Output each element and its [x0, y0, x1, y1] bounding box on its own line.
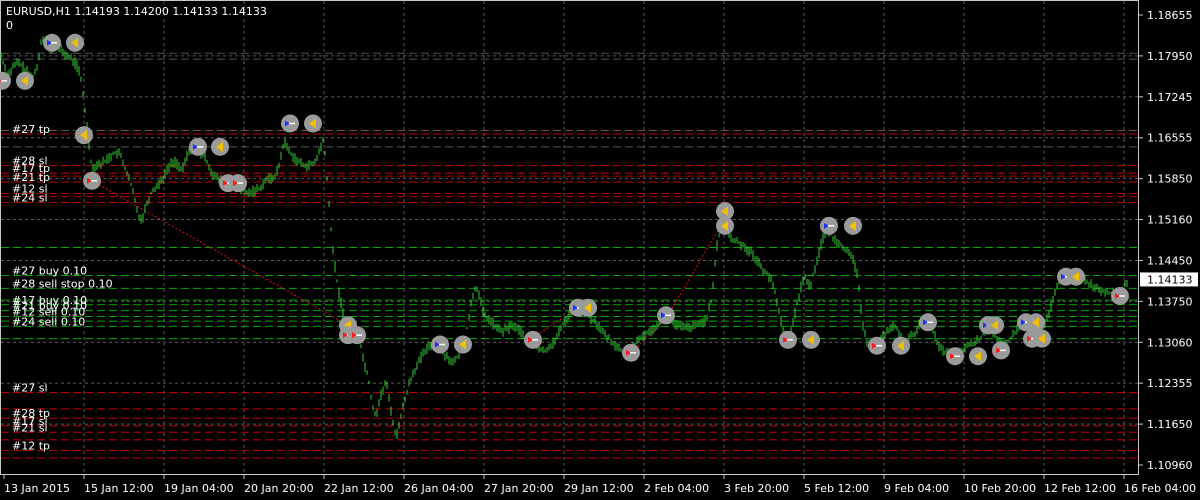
- time-tick-label: 9 Feb 04:00: [884, 482, 949, 495]
- close-marker[interactable]: [211, 137, 229, 156]
- close-marker[interactable]: [579, 298, 597, 317]
- close-marker[interactable]: [1033, 329, 1051, 348]
- sell-marker[interactable]: [1111, 286, 1129, 305]
- current-price-label: 1.14133: [1147, 273, 1193, 286]
- time-tick-label: 16 Feb 04:00: [1124, 482, 1196, 495]
- price-tick-label: 1.16555: [1147, 132, 1193, 145]
- order-level-label: #27 buy 0.10: [12, 265, 87, 278]
- close-marker[interactable]: [969, 347, 987, 366]
- buy-marker[interactable]: [43, 33, 61, 52]
- close-marker[interactable]: [892, 336, 910, 355]
- time-tick-label: 19 Jan 04:00: [164, 482, 234, 495]
- buy-marker[interactable]: [919, 313, 937, 332]
- close-marker[interactable]: [716, 216, 734, 235]
- close-marker[interactable]: [986, 316, 1004, 335]
- time-tick-label: 3 Feb 20:00: [724, 482, 789, 495]
- time-tick-label: 26 Jan 04:00: [404, 482, 474, 495]
- current-price-tag: 1.14133: [1140, 272, 1198, 287]
- price-tick-label: 1.15160: [1147, 214, 1193, 227]
- close-marker[interactable]: [454, 335, 472, 354]
- time-tick-label: 27 Jan 20:00: [484, 482, 554, 495]
- time-tick-label: 5 Feb 12:00: [804, 482, 869, 495]
- price-tick-label: 1.17245: [1147, 91, 1193, 104]
- sell-marker[interactable]: [229, 174, 247, 193]
- buy-marker[interactable]: [189, 137, 207, 156]
- price-tick-label: 1.13750: [1147, 295, 1193, 308]
- close-marker[interactable]: [304, 114, 322, 133]
- buy-marker[interactable]: [431, 335, 449, 354]
- sell-marker[interactable]: [992, 341, 1010, 360]
- close-marker[interactable]: [16, 71, 34, 90]
- sell-marker[interactable]: [779, 330, 797, 349]
- close-marker[interactable]: [1067, 267, 1085, 286]
- close-marker[interactable]: [802, 330, 820, 349]
- chart-background: [0, 0, 1200, 500]
- order-level-label: #27 sl: [12, 381, 48, 394]
- order-level-label: #27 tp: [12, 123, 50, 136]
- sell-marker[interactable]: [348, 326, 366, 345]
- close-marker[interactable]: [844, 216, 862, 235]
- price-tick-label: 1.14450: [1147, 254, 1193, 267]
- price-tick-label: 1.15850: [1147, 173, 1193, 186]
- time-tick-label: 12 Feb 12:00: [1044, 482, 1116, 495]
- time-tick-label: 13 Jan 2015: [4, 482, 70, 495]
- order-level-label: #12 tp: [12, 439, 50, 452]
- price-tick-label: 1.17950: [1147, 50, 1193, 63]
- time-tick-label: 15 Jan 12:00: [84, 482, 154, 495]
- time-tick-label: 22 Jan 12:00: [324, 482, 394, 495]
- buy-marker[interactable]: [281, 114, 299, 133]
- sell-marker[interactable]: [622, 343, 640, 362]
- sell-marker[interactable]: [83, 171, 101, 190]
- price-tick-label: 1.13060: [1147, 336, 1193, 349]
- buy-marker[interactable]: [820, 216, 838, 235]
- chart-title: EURUSD,H1 1.14193 1.14200 1.14133 1.1413…: [6, 5, 267, 18]
- sell-marker[interactable]: [946, 347, 964, 366]
- time-tick-label: 29 Jan 12:00: [564, 482, 634, 495]
- price-chart[interactable]: #27 tp#28 sl#17 tp#21 tp#12 sl#24 sl#27 …: [0, 0, 1200, 500]
- sell-marker[interactable]: [868, 336, 886, 355]
- price-tick-label: 1.18655: [1147, 9, 1193, 22]
- order-level-label: #24 sell 0.10: [12, 315, 85, 328]
- close-marker[interactable]: [1027, 313, 1045, 332]
- buy-marker[interactable]: [657, 306, 675, 325]
- price-tick-label: 1.12355: [1147, 377, 1193, 390]
- price-tick-label: 1.10960: [1147, 459, 1193, 472]
- indicator-value: 0: [6, 19, 13, 32]
- time-tick-label: 20 Jan 20:00: [244, 482, 314, 495]
- close-marker[interactable]: [66, 33, 84, 52]
- sell-marker[interactable]: [524, 330, 542, 349]
- order-level-label: #21 sl: [12, 421, 48, 434]
- price-tick-label: 1.11650: [1147, 418, 1193, 431]
- time-tick-label: 2 Feb 04:00: [644, 482, 709, 495]
- order-level-label: #28 sell stop 0.10: [12, 277, 113, 290]
- time-tick-label: 10 Feb 20:00: [964, 482, 1036, 495]
- close-marker[interactable]: [75, 126, 93, 145]
- order-level-label: #24 sl: [12, 191, 48, 204]
